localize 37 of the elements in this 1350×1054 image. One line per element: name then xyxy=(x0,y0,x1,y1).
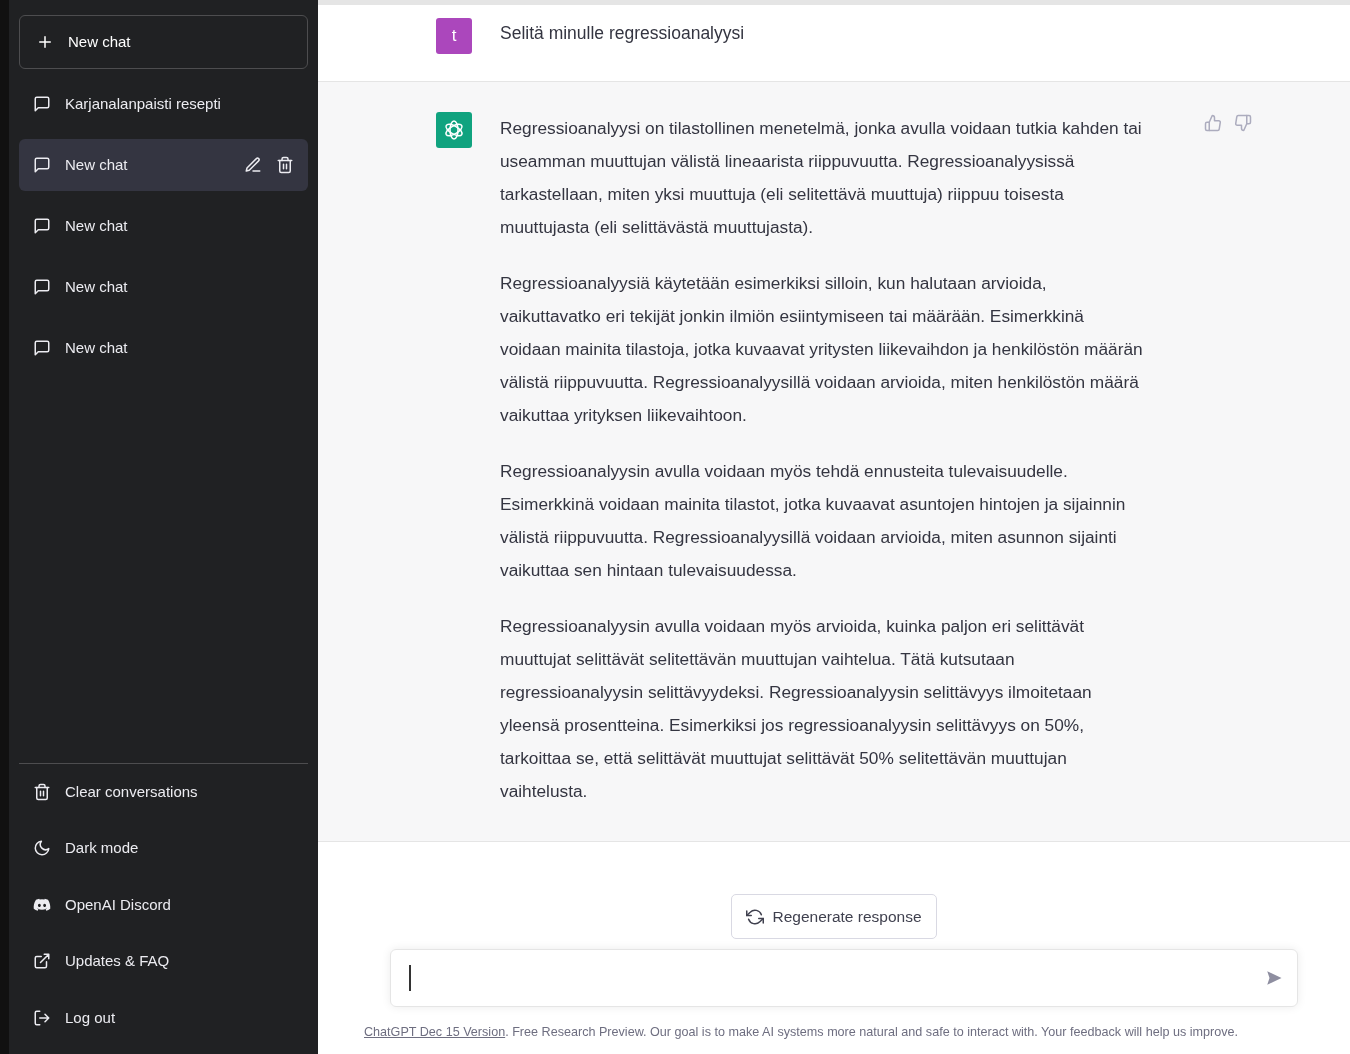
sidebar-menu-item[interactable]: Clear conversations xyxy=(19,763,308,820)
external-link-icon xyxy=(33,952,51,971)
new-chat-button[interactable]: New chat xyxy=(19,15,308,69)
thumbs-down-icon xyxy=(1234,114,1252,132)
chat-bubble-icon xyxy=(33,156,51,174)
chat-bubble-icon xyxy=(33,95,51,113)
plus-icon xyxy=(36,33,54,51)
sidebar-menu-item[interactable]: Updates & FAQ xyxy=(19,933,308,990)
sidebar-menu-item[interactable]: Dark mode xyxy=(19,820,308,877)
chat-bubble-icon xyxy=(33,278,51,296)
user-avatar: t xyxy=(436,18,472,54)
moon-icon xyxy=(33,839,51,858)
sidebar-menu-item[interactable]: OpenAI Discord xyxy=(19,876,308,933)
chat-history-item[interactable]: New chat xyxy=(19,139,308,191)
chat-bubble-icon xyxy=(33,339,51,357)
answer-paragraph: Regressioanalyysin avulla voidaan myös tehdä ennusteita tulevaisuudelle. Esimerkkinä voidaan mainita tilastot, jotka kuvaavat asuntojen hintojen ja sijainnin välistä riippuvuutta. Regressioanalyysillä voidaan arvioida, miten asunnon sijainti vaikuttaa sen hintaan tulevaisuudessa. xyxy=(500,460,1127,582)
trash-icon xyxy=(33,782,51,801)
answer-paragraph: Regressioanalyysi on tilastollinen menetelmä, jonka avulla voidaan tutkia kahden tai useamman muuttujan välistä lineaarista riippuvuutta. Regressioanalyysissä tarkastellaan, miten yksi muuttuja (eli selitettävä muuttuja) riippuu toisesta muuttujasta (eli selittävästä muuttujasta). xyxy=(500,117,1143,239)
user-message: Selitä minulle regressioanalyysi xyxy=(500,22,745,45)
thumbs-up-icon xyxy=(1204,114,1222,132)
answer-paragraph: Regressioanalyysin avulla voidaan myös arvioida, kuinka paljon eri selittävät muuttujat selittävät selitettävän muuttujan vaihtelua. Tätä kutsutaan regressioanalyysin selittävyydeksi. Regressioanalyysin selittävyys ilmoitetaan yleensä prosentteina. Esimerkiksi jos regressioanalyysin selittävyys on 50%, tarkoittaa se, että selittävät muuttujat selittävät 50% selitettävän muuttujan vaihtelusta. xyxy=(500,615,1093,803)
chat-history-item[interactable]: New chat xyxy=(19,261,308,313)
send-icon[interactable] xyxy=(1265,969,1283,987)
regenerate-button[interactable]: Regenerate response xyxy=(731,894,937,939)
trash-icon xyxy=(276,156,294,174)
assistant-avatar xyxy=(436,112,472,148)
sidebar-menu-item[interactable]: Log out xyxy=(19,989,308,1046)
message-input-field[interactable] xyxy=(390,949,1298,1007)
footer-note: ChatGPT Dec 15 Version. Free Research Preview. Our goal is to make AI systems more natural and safe to interact with. Your feedback will help us improve. xyxy=(364,1024,1240,1041)
chat-bubble-icon xyxy=(33,217,51,235)
chat-history-item[interactable]: Karjanalanpaisti resepti xyxy=(19,78,308,130)
pencil-icon xyxy=(244,156,262,174)
refresh-icon xyxy=(746,907,765,926)
answer-paragraph: Regressioanalyysiä käytetään esimerkiksi silloin, kun halutaan arvioida, vaikuttavatko eri tekijät jonkin ilmiön esiintymiseen tai määrään. Esimerkkinä voidaan mainita tilastoja, jotka kuvaavat yritysten liikevaihdon ja henkilöstön määrän välistä riippuvuutta. Regressioanalyysillä voidaan arvioida, miten henkilöstön määrä vaikuttaa yrityksen liikevaihtoon. xyxy=(500,272,1144,427)
chat-history-item[interactable]: New chat xyxy=(19,200,308,252)
chat-history-item[interactable]: New chat xyxy=(19,322,308,374)
logout-icon xyxy=(33,1008,51,1027)
